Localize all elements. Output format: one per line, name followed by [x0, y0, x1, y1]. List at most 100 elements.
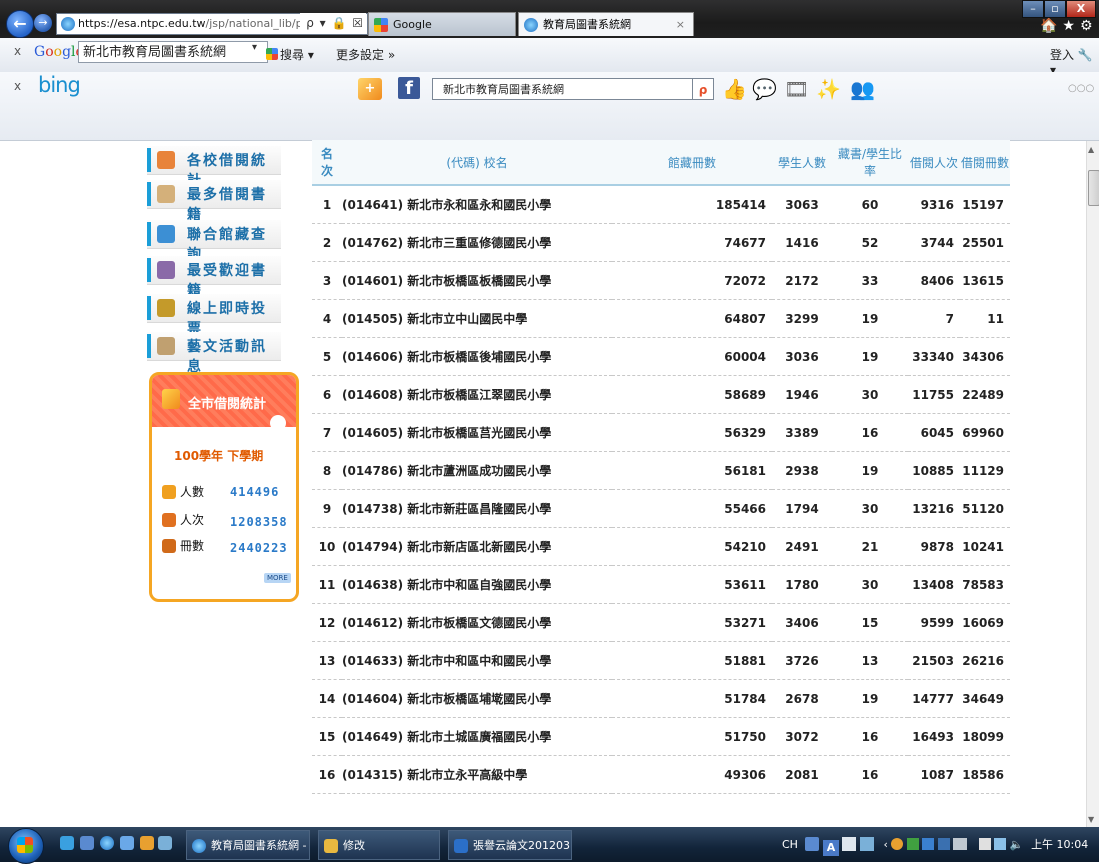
quicklaunch-ie-icon[interactable] [100, 836, 114, 850]
school-name-cell[interactable]: (014738) 新北市新莊區昌隆國民小學 [342, 489, 612, 528]
google-search-input[interactable]: 新北市教育局圖書系統網 [78, 41, 268, 63]
ime-mode-icon[interactable]: A [822, 840, 839, 856]
stats-more-button[interactable]: MORE [264, 573, 291, 583]
thumbs-up-icon[interactable]: 👍 [722, 78, 747, 100]
address-bar-controls[interactable]: ρ ▾ 🔒 ☒ ↻ ✕ [300, 13, 366, 50]
school-name-cell[interactable]: (014633) 新北市中和區中和國民小學 [342, 641, 612, 680]
students-cell: 3072 [772, 717, 832, 756]
film-icon[interactable]: 🎞 [784, 78, 809, 100]
tray-app4-icon[interactable] [953, 838, 968, 850]
holdings-cell: 51750 [612, 717, 772, 756]
tab-library-system[interactable]: 教育局圖書系統網 × [518, 12, 694, 36]
task-browser[interactable]: 教育局圖書系統網 - ... [186, 830, 310, 860]
borrowed-books-cell: 18586 [960, 755, 1010, 794]
sidebar-item-union-catalog[interactable]: 聯合館藏查詢 [147, 220, 281, 263]
students-cell: 2081 [772, 755, 832, 794]
scroll-thumb[interactable] [1088, 170, 1099, 206]
holdings-cell: 74677 [612, 223, 772, 262]
students-cell: 3036 [772, 337, 832, 376]
task-word-document[interactable]: 張譽云論文201203... [448, 830, 572, 860]
tray-app2-icon[interactable] [906, 838, 919, 850]
borrowed-books-cell: 10241 [960, 527, 1010, 566]
people-icon[interactable]: 👥 [850, 78, 875, 100]
school-name-cell[interactable]: (014649) 新北市土城區廣福國民小學 [342, 717, 612, 756]
school-name-cell[interactable]: (014601) 新北市板橋區板橋國民小學 [342, 261, 612, 300]
bing-toolbar-close-icon[interactable]: x [14, 79, 21, 93]
facebook-icon[interactable]: f [398, 77, 420, 99]
school-name-cell[interactable]: (014762) 新北市三重區修德國民小學 [342, 223, 612, 262]
google-toolbar-close-icon[interactable]: x [14, 44, 21, 58]
ratio-cell: 19 [832, 679, 908, 718]
borrowed-books-cell: 69960 [960, 413, 1010, 452]
quicklaunch-window-icon[interactable] [120, 836, 134, 850]
ratio-cell: 30 [832, 375, 908, 414]
quicklaunch-desktop-icon[interactable] [60, 836, 74, 850]
ie-icon [192, 839, 206, 853]
school-name-cell[interactable]: (014604) 新北市板橋區埔墘國民小學 [342, 679, 612, 718]
holdings-cell: 64807 [612, 299, 772, 338]
ime-settings-icon[interactable] [859, 837, 874, 851]
school-name-cell[interactable]: (014612) 新北市板橋區文德國民小學 [342, 603, 612, 642]
quicklaunch-users-icon[interactable] [158, 836, 172, 850]
chat-icon[interactable]: 💬 [752, 78, 777, 100]
school-name-cell[interactable]: (014794) 新北市新店區北新國民小學 [342, 527, 612, 566]
school-name-cell[interactable]: (014786) 新北市蘆洲區成功國民小學 [342, 451, 612, 490]
students-cell: 3406 [772, 603, 832, 642]
task-edit[interactable]: 修改 [318, 830, 440, 860]
sidebar-item-online-vote[interactable]: 線上即時投票 [147, 294, 281, 337]
volume-icon[interactable]: 🔈 [1010, 838, 1024, 851]
bing-search-button[interactable]: ρ [692, 78, 714, 100]
back-button[interactable]: ← [6, 10, 34, 38]
school-name-cell[interactable]: (014638) 新北市中和區自強國民小學 [342, 565, 612, 604]
more-options-icon[interactable]: ○○○ [1068, 83, 1094, 94]
tray-app1-icon[interactable] [891, 838, 904, 850]
sidebar-item-school-stats[interactable]: 各校借閱統計 [147, 146, 281, 189]
sidebar-item-popular-books[interactable]: 最受歡迎書籍 [147, 256, 281, 299]
ime-full-icon[interactable] [842, 837, 857, 851]
stats-title: 全市借閱統計 [188, 397, 267, 412]
sparkle-icon[interactable]: ✨ [816, 78, 841, 100]
school-name-cell[interactable]: (014505) 新北市立中山國民中學 [342, 299, 612, 338]
borrowers-cell: 6045 [908, 413, 960, 452]
holdings-cell: 51784 [612, 679, 772, 718]
battery-icon[interactable] [978, 838, 991, 850]
sidebar-item-arts-events[interactable]: 藝文活動訊息 [147, 332, 281, 375]
scroll-down-icon[interactable]: ▼ [1088, 815, 1094, 824]
borrowers-cell: 13408 [908, 565, 960, 604]
forward-button[interactable]: → [34, 14, 52, 32]
rank-cell: 16 [312, 755, 342, 794]
tab-google[interactable]: Google [368, 12, 516, 36]
students-cell: 2678 [772, 679, 832, 718]
google-search-button[interactable]: 搜尋 ▾ [266, 46, 314, 63]
quicklaunch-media-icon[interactable] [140, 836, 154, 850]
borrowers-cell: 16493 [908, 717, 960, 756]
table-row: 12 (014612) 新北市板橋區文德國民小學 53271 3406 15 9599 16… [312, 603, 1010, 642]
school-name-cell[interactable]: (014641) 新北市永和區永和國民小學 [342, 185, 612, 224]
books-icon [162, 539, 176, 553]
tray-expand-icon[interactable]: ‹ [883, 838, 887, 851]
ratio-cell: 30 [832, 489, 908, 528]
school-name-cell[interactable]: (014315) 新北市立永平高級中學 [342, 755, 612, 794]
popular-icon [157, 261, 175, 279]
ime-icon[interactable] [805, 837, 820, 851]
share-icon[interactable]: + [358, 78, 382, 100]
school-name-cell[interactable]: (014605) 新北市板橋區莒光國民小學 [342, 413, 612, 452]
school-name-cell[interactable]: (014608) 新北市板橋區江翠國民小學 [342, 375, 612, 414]
bing-search-input[interactable]: 新北市教育局圖書系統網 [432, 78, 694, 100]
tab-close-icon[interactable]: × [676, 13, 685, 36]
more-settings-button[interactable]: 更多設定 » [336, 46, 395, 63]
quicklaunch-explorer-icon[interactable] [80, 836, 94, 850]
scroll-up-icon[interactable]: ▲ [1088, 145, 1094, 154]
vertical-scrollbar[interactable] [1086, 141, 1099, 827]
rank-cell: 1 [312, 185, 342, 224]
network-icon[interactable] [994, 838, 1007, 850]
home-favorites-tools-icons[interactable]: 🏠★⚙ [1040, 16, 1098, 36]
sidebar-item-top-books[interactable]: 最多借閱書籍 [147, 180, 281, 223]
google-search-dropdown-icon[interactable]: ▾ [252, 42, 257, 53]
input-language[interactable]: CH [782, 838, 798, 851]
col-rank: 名次 [312, 140, 342, 186]
clock[interactable]: 上午 10:04 [1031, 838, 1088, 851]
bluetooth-icon[interactable] [922, 838, 935, 850]
tray-app3-icon[interactable] [937, 838, 950, 850]
school-name-cell[interactable]: (014606) 新北市板橋區後埔國民小學 [342, 337, 612, 376]
